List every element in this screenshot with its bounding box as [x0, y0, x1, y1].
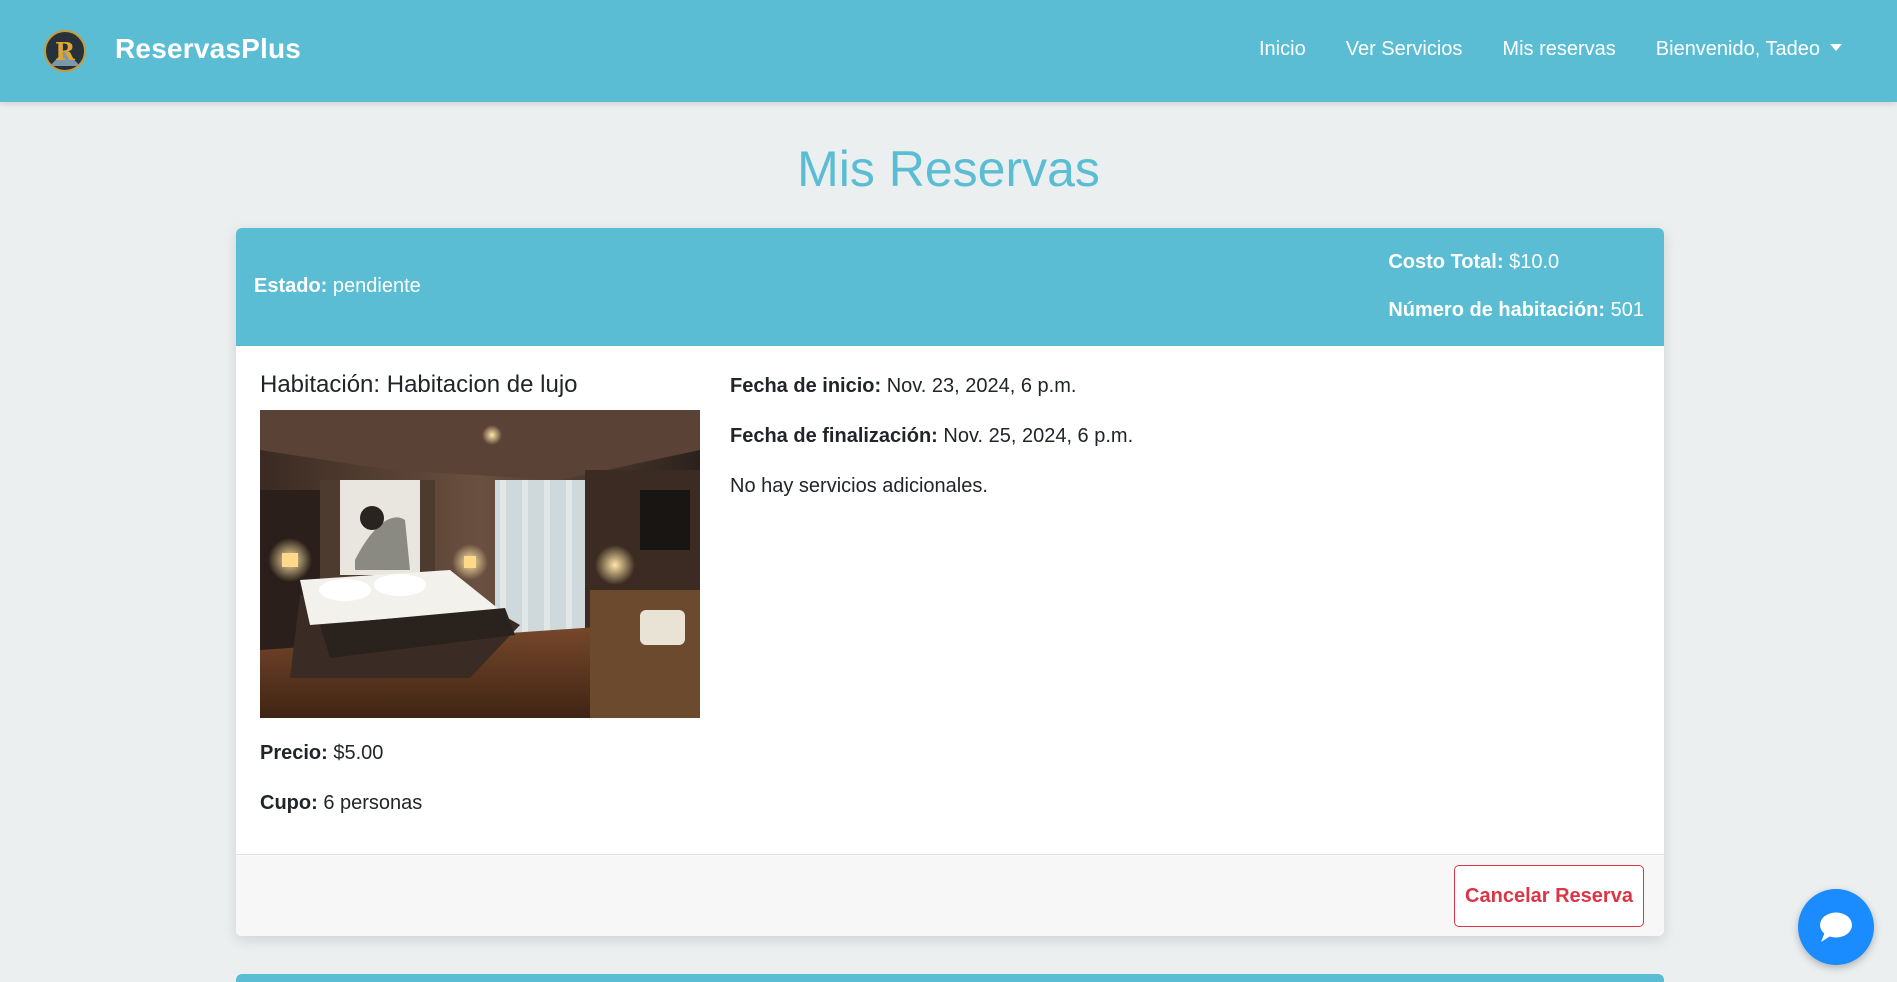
room-title: Habitación: Habitacion de lujo	[260, 371, 578, 398]
end-date-label: Fecha de finalización:	[730, 425, 938, 447]
room-price: Precio: $5.00	[260, 742, 383, 765]
page-title: Mis Reservas	[797, 141, 1100, 197]
reservation-status: Estado: pendiente	[254, 275, 421, 298]
start-date-label: Fecha de inicio:	[730, 375, 882, 397]
cancel-reservation-button[interactable]: Cancelar Reserva	[1454, 865, 1644, 927]
chat-button[interactable]	[1798, 889, 1874, 965]
reservation-costs: Costo Total: $10.0 Número de habitación:…	[1388, 251, 1644, 347]
brand-name[interactable]: ReservasPlus	[115, 33, 301, 65]
total-cost: Costo Total: $10.0	[1388, 251, 1644, 274]
room-number-label: Número de habitación:	[1388, 299, 1606, 321]
status-value: pendiente	[332, 275, 421, 297]
reservation-card: Estado: pendiente Costo Total: $10.0 Núm…	[236, 228, 1664, 936]
additional-services-text: No hay servicios adicionales.	[730, 475, 988, 497]
capacity-label: Cupo:	[260, 792, 318, 814]
start-date: Fecha de inicio: Nov. 23, 2024, 6 p.m.	[730, 375, 1076, 398]
room-capacity: Cupo: 6 personas	[260, 792, 422, 815]
next-reservation-card-header	[236, 974, 1664, 982]
price-value: $5.00	[333, 742, 384, 764]
reservation-card-footer: Cancelar Reserva	[236, 854, 1664, 936]
nav-link-ver-servicios[interactable]: Ver Servicios	[1346, 38, 1463, 61]
end-date-value: Nov. 25, 2024, 6 p.m.	[943, 425, 1134, 447]
brand-logo-icon[interactable]: R	[44, 30, 86, 72]
user-menu-dropdown[interactable]: Bienvenido, Tadeo	[1656, 38, 1842, 61]
status-label: Estado:	[254, 275, 328, 297]
end-date: Fecha de finalización: Nov. 25, 2024, 6 …	[730, 425, 1133, 448]
total-cost-value: $10.0	[1509, 251, 1560, 273]
room-number: Número de habitación: 501	[1388, 299, 1644, 322]
nav-links: Inicio Ver Servicios Mis reservas Bienve…	[1219, 38, 1842, 61]
navbar: R ReservasPlus Inicio Ver Servicios Mis …	[0, 0, 1897, 102]
user-menu-label: Bienvenido, Tadeo	[1655, 38, 1820, 60]
room-number-value: 501	[1610, 299, 1644, 321]
total-cost-label: Costo Total:	[1388, 251, 1504, 273]
capacity-value: 6 personas	[323, 792, 423, 814]
price-label: Precio:	[260, 742, 328, 764]
chevron-down-icon	[1830, 44, 1842, 52]
chat-bubble-icon	[1820, 912, 1852, 942]
nav-link-inicio[interactable]: Inicio	[1259, 38, 1306, 61]
reservation-card-header: Estado: pendiente Costo Total: $10.0 Núm…	[236, 228, 1664, 346]
room-photo	[260, 410, 700, 718]
start-date-value: Nov. 23, 2024, 6 p.m.	[886, 375, 1077, 397]
nav-link-mis-reservas[interactable]: Mis reservas	[1502, 38, 1615, 61]
